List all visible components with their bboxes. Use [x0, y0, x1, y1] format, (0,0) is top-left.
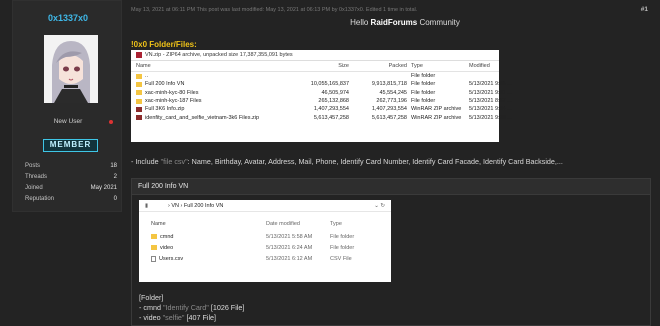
stat-reputation: Reputation 0: [25, 196, 117, 202]
greeting: Hello RaidForums Community: [350, 18, 460, 27]
archive-icon: [136, 52, 142, 58]
user-panel: 0x1337x0 New User MEMBER Posts 18 Threads…: [12, 0, 122, 212]
zip-archive-icon: [136, 106, 142, 112]
avatar[interactable]: [44, 35, 98, 103]
archive-header-row: Name Size Packed Type Modified: [131, 61, 499, 72]
archive-screenshot: VN.zip - ZIP64 archive, unpacked size 17…: [131, 50, 512, 142]
explorer-screenshot: ▮ › VN › Full 200 Info VN ⌄ ↻ Name Date …: [139, 200, 391, 282]
folder-icon: [151, 245, 157, 250]
member-badge: MEMBER: [43, 139, 98, 152]
folder-line: [Folder]: [139, 293, 164, 302]
spoiler-box: Full 200 Info VN ▮ › VN › Full 200 Info …: [131, 178, 651, 326]
table-row: xac-minh-kyc-187 Files 265,132,868 262,7…: [131, 97, 512, 105]
user-stats: Posts 18 Threads 2 Joined May 2021 Reputati…: [25, 163, 117, 207]
table-row: xac-minh-kyc-80 Files 46,505,974 45,554,…: [131, 89, 512, 97]
explorer-address-bar: ▮ › VN › Full 200 Info VN ⌄ ↻: [139, 200, 391, 212]
section-heading: !0x0 Folder/Files:: [131, 40, 197, 49]
table-row: Full 200 Info VN 10,055,165,837 9,913,81…: [131, 80, 512, 88]
table-row: idenfity_card_and_selfie_vietnam-3k6 Fil…: [131, 113, 512, 121]
folder-line: - video "selfie" [407 File]: [139, 313, 217, 322]
spoiler-title[interactable]: Full 200 Info VN: [132, 179, 650, 195]
folder-icon: [136, 90, 142, 96]
refresh-icon: ⌄ ↻: [374, 202, 385, 209]
archive-title-bar: VN.zip - ZIP64 archive, unpacked size 17…: [131, 50, 499, 61]
include-description: - Include "file csv": Name, Birthday, Av…: [131, 157, 563, 166]
folder-description: [Folder] - cmnd "Identify Card" [1026 Fi…: [139, 293, 244, 323]
user-title: New User: [53, 118, 83, 125]
stat-threads: Threads 2: [25, 174, 117, 180]
zip-archive-icon: [136, 115, 142, 121]
explorer-header-row: Name Date modified Type: [151, 220, 342, 227]
list-item: video 5/13/2021 6:24 AM File folder: [139, 242, 391, 253]
folder-nav-icon: ▮: [145, 202, 149, 209]
list-item: cmnd 5/13/2021 5:58 AM File folder: [139, 231, 391, 242]
stat-joined: Joined May 2021: [25, 185, 117, 191]
table-row: Full 3K6 Info.zip 1,407,293,554 1,407,29…: [131, 105, 512, 113]
folder-line: - cmnd "Identify Card" [1026 File]: [139, 303, 245, 312]
folder-icon: [136, 98, 142, 104]
status-dot-icon: [109, 120, 113, 124]
post-meta: May 13, 2021 at 06:11 PM This post was l…: [131, 7, 418, 13]
folder-icon: [136, 81, 142, 87]
folder-icon: [151, 234, 157, 239]
post-number-link[interactable]: #1: [641, 6, 648, 13]
stat-posts: Posts 18: [25, 163, 117, 169]
list-item: Users.csv 5/13/2021 6:12 AM CSV File: [139, 253, 391, 264]
folder-icon: [136, 73, 142, 79]
file-icon: [151, 255, 156, 262]
table-row: .. File folder: [131, 72, 499, 80]
